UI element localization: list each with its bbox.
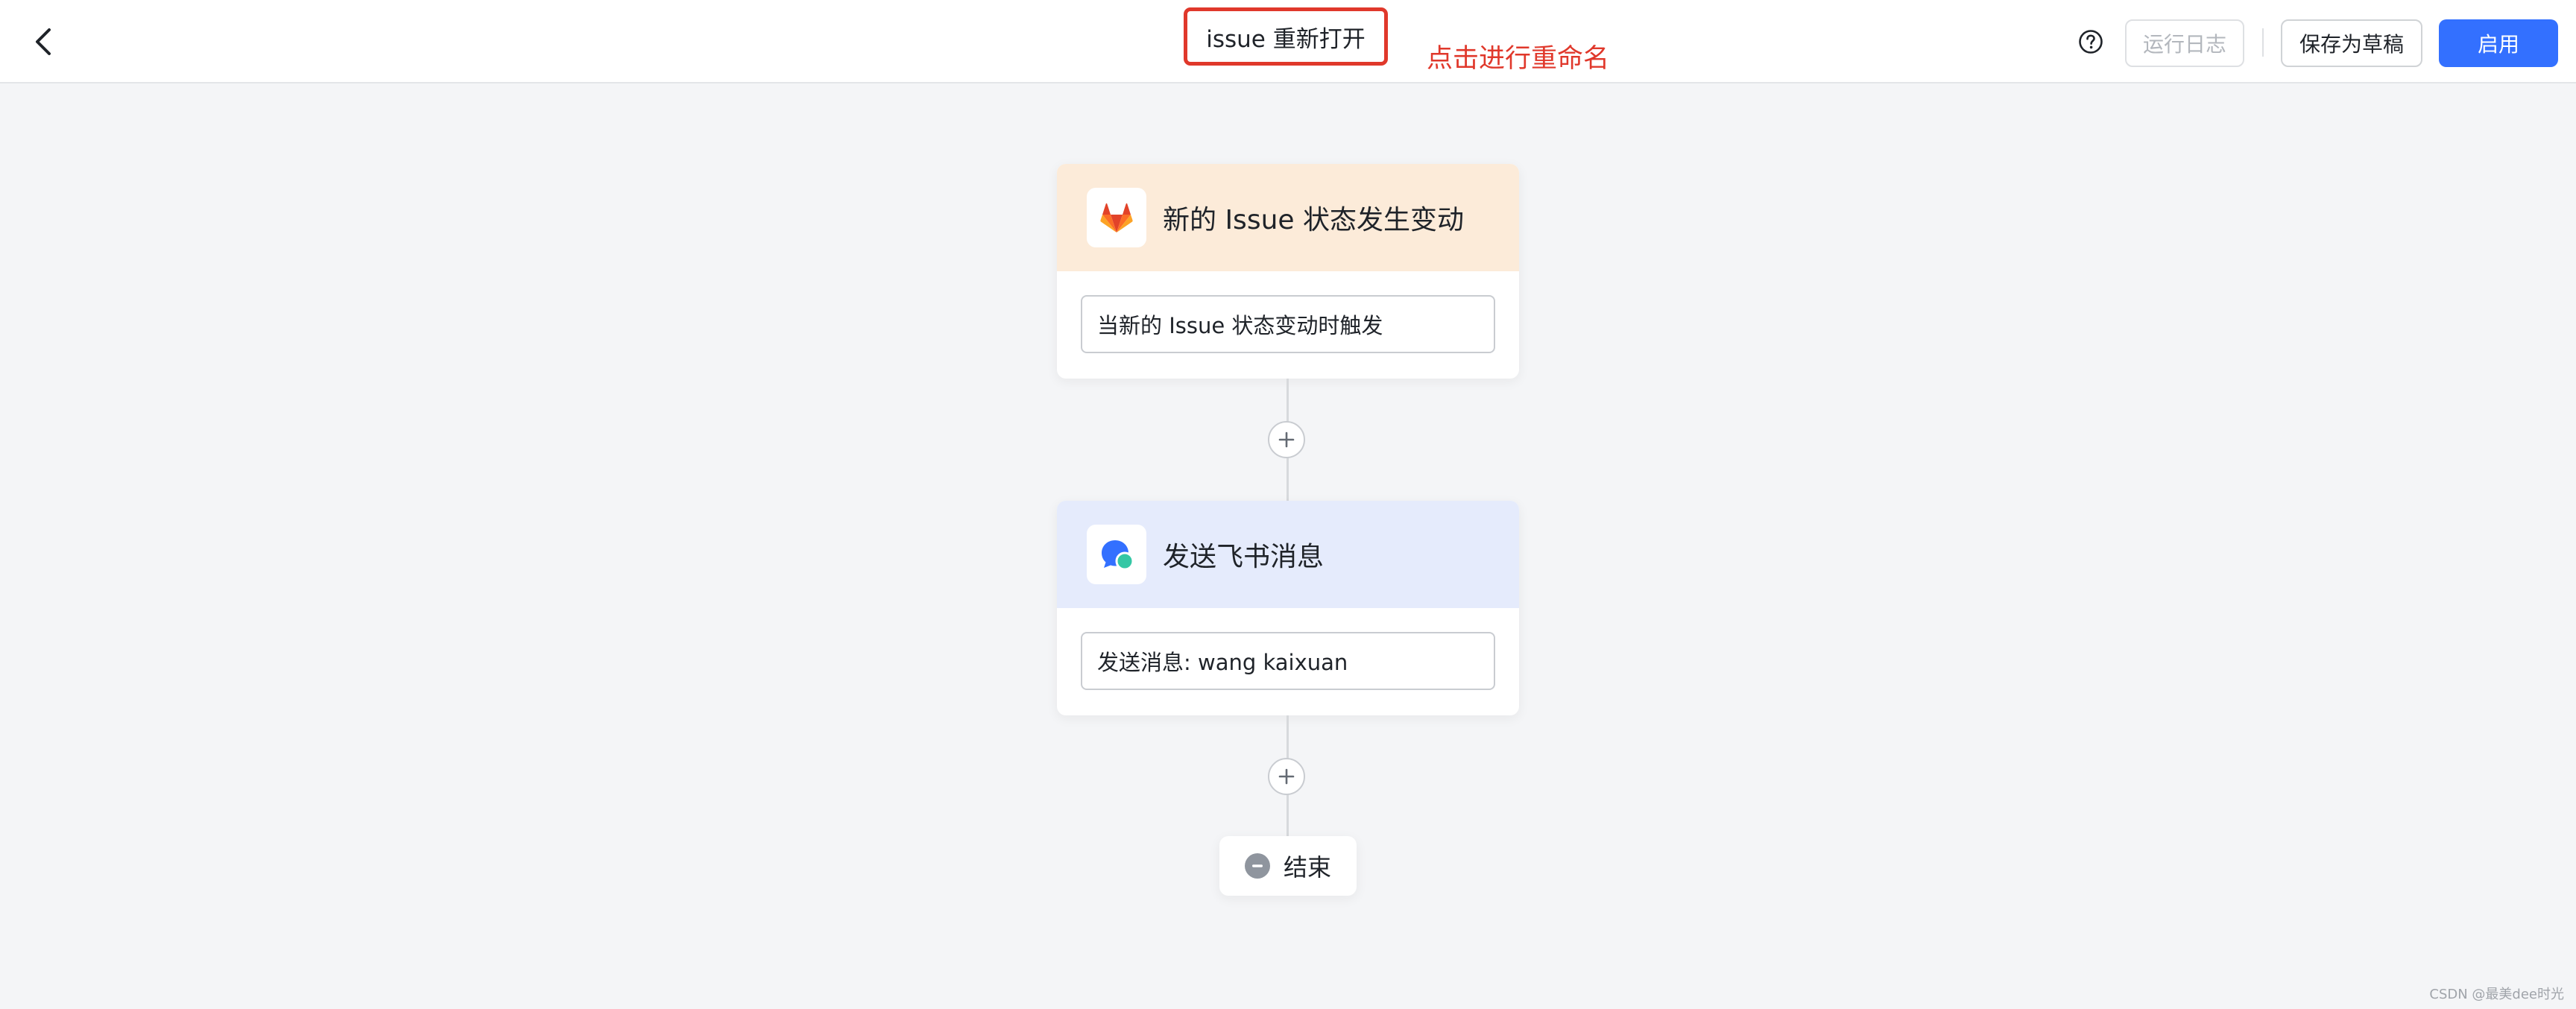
end-minus-icon <box>1244 853 1270 879</box>
watermark: CSDN @最美dee时光 <box>2429 987 2564 1002</box>
run-log-button[interactable]: 运行日志 <box>2125 19 2244 67</box>
gitlab-icon <box>1087 188 1146 247</box>
toolbar-divider <box>2262 28 2264 57</box>
action-card-title: 发送飞书消息 <box>1163 542 1325 572</box>
action-description-field[interactable]: 发送消息: wang kaixuan <box>1081 632 1495 690</box>
trigger-description-field[interactable]: 当新的 Issue 状态变动时触发 <box>1081 295 1495 353</box>
rename-hint: 点击进行重命名 <box>1427 44 1610 74</box>
plus-icon <box>1278 768 1295 785</box>
workflow-title[interactable]: issue 重新打开 <box>1184 7 1388 66</box>
trigger-card[interactable]: 新的 Issue 状态发生变动 当新的 Issue 状态变动时触发 <box>1057 164 1519 379</box>
enable-button[interactable]: 启用 <box>2439 19 2558 67</box>
add-step-button[interactable] <box>1268 421 1305 458</box>
action-card-header: 发送飞书消息 <box>1057 501 1519 608</box>
feishu-message-icon <box>1087 525 1146 584</box>
add-step-button[interactable] <box>1268 758 1305 795</box>
help-icon[interactable] <box>2078 29 2103 54</box>
end-label: 结束 <box>1283 853 1331 882</box>
top-toolbar: issue 重新打开 点击进行重命名 运行日志 保存为草稿 启用 <box>0 0 2576 83</box>
action-card[interactable]: 发送飞书消息 发送消息: wang kaixuan <box>1057 501 1519 715</box>
trigger-card-header: 新的 Issue 状态发生变动 <box>1057 164 1519 271</box>
plus-icon <box>1278 431 1295 448</box>
save-draft-button[interactable]: 保存为草稿 <box>2281 19 2422 67</box>
end-node: 结束 <box>1219 836 1357 896</box>
trigger-card-title: 新的 Issue 状态发生变动 <box>1163 205 1464 235</box>
back-arrow-icon[interactable] <box>27 24 60 60</box>
